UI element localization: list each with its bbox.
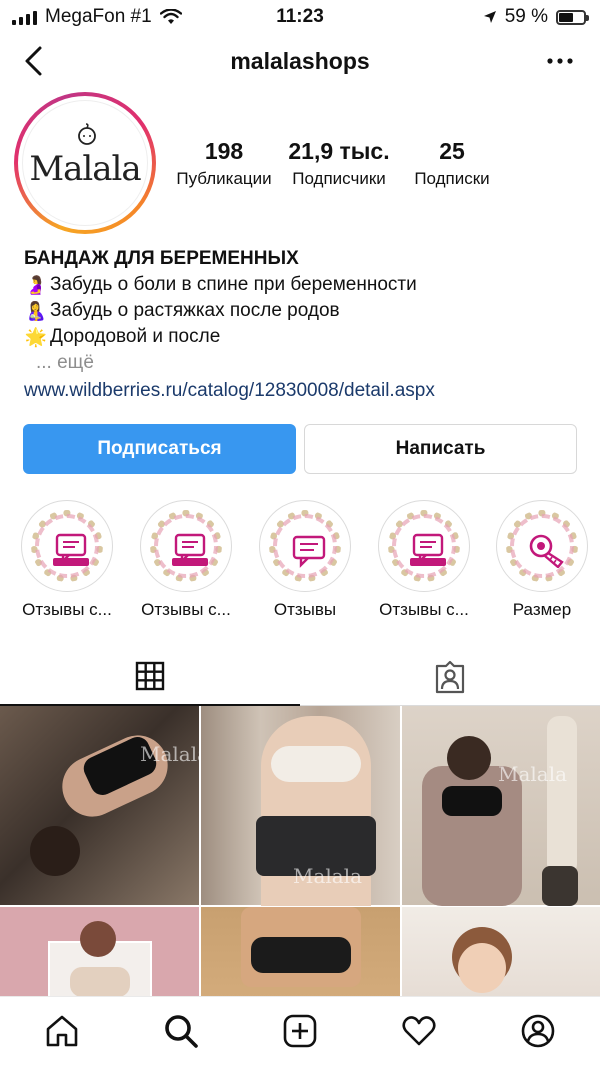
tab-grid[interactable] [0,648,300,706]
measuring-tape-icon [529,534,564,568]
stat-label: Подписки [414,169,490,188]
profile-icon[interactable] [520,1013,556,1049]
avatar-logo-text: Malala [29,149,141,189]
battery-icon [556,9,589,25]
stat-label: Публикации [176,169,272,188]
star-icon: 🌟 [24,327,48,347]
avatar[interactable]: Malala [22,100,148,226]
highlight-label: Размер [512,600,572,619]
bio-line: 🤰 Забудь о боли в спине при беременности [24,272,584,298]
bio-website-link[interactable]: www.wildberries.ru/catalog/12830008/deta… [24,378,584,404]
status-bar: MegaFon #1 11:23 59 % [0,0,600,34]
baby-icon [78,123,96,145]
activity-heart-icon[interactable] [401,1013,437,1049]
post-thumbnail[interactable]: Malala [0,706,209,905]
grid-icon [135,661,165,691]
stat-value: 25 [439,138,465,164]
tagged-person-icon [435,660,465,694]
post-watermark: Malala [140,742,210,766]
post-thumbnail[interactable]: Malala [402,706,600,906]
message-button[interactable]: Написать [304,424,577,474]
highlight-label: Отзывы с... [141,600,231,619]
profile-tabs [0,648,600,706]
highlight-label: Отзывы с... [22,600,112,619]
highlight-item[interactable]: Отзывы с... [12,500,122,620]
story-highlights: Отзывы с... Отзывы с... Отзывы Отзывы с.… [0,500,600,620]
highlight-item[interactable]: Отзывы [250,500,360,620]
chat-icon [292,535,326,568]
highlight-item[interactable]: Отзывы с... [369,500,479,620]
bio-line: 🌟 Дородовой и после [24,324,584,350]
profile-username: malalashops [230,48,370,74]
profile-stats: 198 Публикации 21,9 тыс. Подписчики 25 П… [170,138,530,189]
bio-line-text: Забудь о растяжках после родов [50,300,340,321]
home-icon[interactable] [44,1013,80,1049]
highlight-item[interactable]: Размер [487,500,597,620]
breastfeeding-icon: 🤱 [24,301,48,321]
wildberries-chat-icon [410,533,446,566]
profile-name: БАНДАЖ ДЛЯ БЕРЕМЕННЫХ [24,248,299,269]
wildberries-chat-icon [53,533,89,566]
post-thumbnail[interactable] [402,907,600,998]
post-thumbnail[interactable]: Malala [201,706,400,906]
post-thumbnail[interactable] [201,907,400,998]
stat-followers[interactable]: 21,9 тыс. Подписчики [284,138,394,189]
post-thumbnail[interactable] [0,907,199,998]
search-icon[interactable] [163,1013,199,1049]
stat-value: 198 [204,138,244,164]
highlight-label: Отзывы с... [379,600,469,619]
stat-value: 21,9 тыс. [288,138,390,164]
follow-button[interactable]: Подписаться [23,424,296,474]
highlight-item[interactable]: Отзывы с... [131,500,241,620]
wildberries-chat-icon [172,533,208,566]
highlight-label: Отзывы [273,600,337,619]
bio-line-text: Дородовой и после [50,326,221,347]
post-watermark: Malala [293,864,363,888]
avatar-story-ring[interactable]: Malala [14,92,156,234]
new-post-icon[interactable] [282,1013,318,1049]
bio-line-text: Забудь о боли в спине при беременности [50,274,417,295]
profile-bio: БАНДАЖ ДЛЯ БЕРЕМЕННЫХ 🤰 Забудь о боли в … [24,246,584,404]
bottom-tab-bar [0,996,600,1066]
stat-following[interactable]: 25 Подписки [400,138,504,189]
bio-line: 🤱 Забудь о растяжках после родов [24,298,584,324]
location-arrow-icon [483,11,496,23]
pregnant-woman-icon: 🤰 [24,275,48,295]
battery-percent: 59 % [504,6,548,27]
stat-posts[interactable]: 198 Публикации [164,138,284,189]
stat-label: Подписчики [292,169,386,188]
posts-grid: Malala Malala Malala [0,706,600,998]
tab-tagged[interactable] [300,648,600,706]
nav-bar: malalashops [0,36,600,90]
more-options-icon[interactable] [544,48,576,74]
bio-more-link[interactable]: ... ещё [36,350,584,376]
post-watermark: Malala [498,762,568,786]
